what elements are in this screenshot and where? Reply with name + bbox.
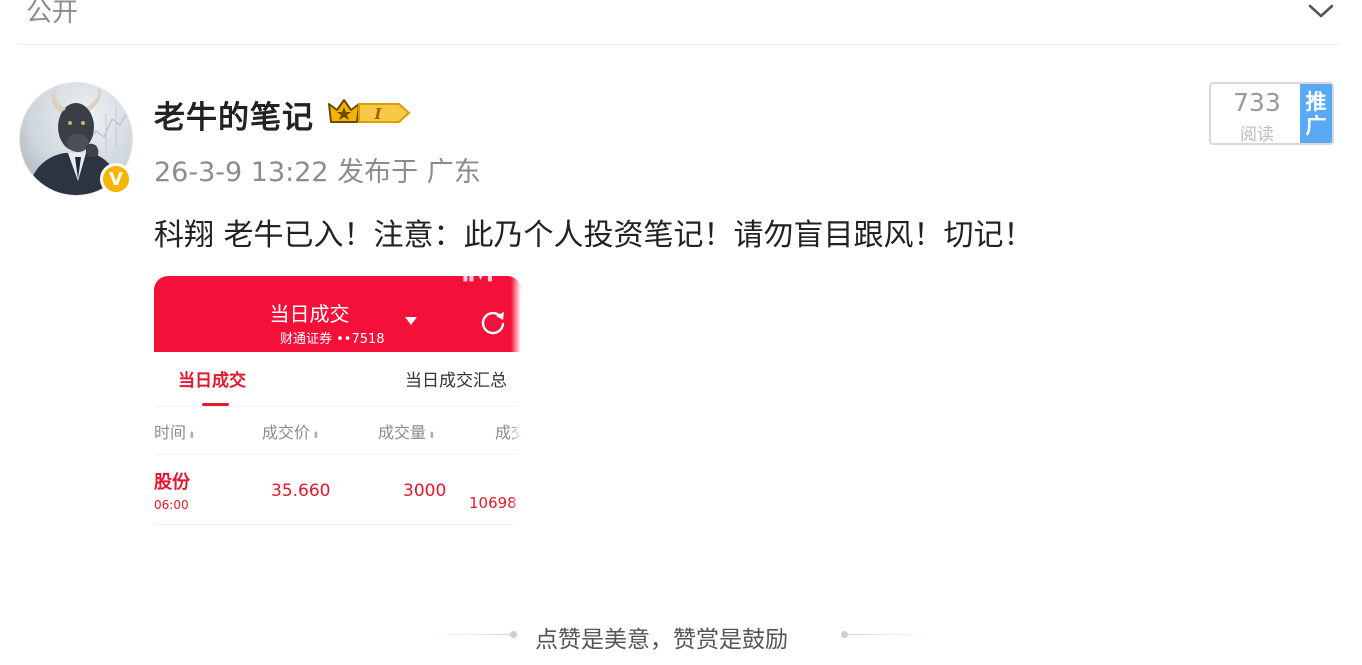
trade-price: 35.660 <box>271 481 331 501</box>
image-edge-fade <box>511 276 521 526</box>
col-header-volume: 成交量 ⬍ <box>378 423 436 442</box>
divider <box>154 406 521 407</box>
tab-daily-summary: 当日成交汇总 <box>405 371 507 391</box>
col-header-price: 成交价 ⬍ <box>262 423 320 442</box>
post-meta: 26-3-9 13:22 发布于 广东 <box>154 157 481 188</box>
divider <box>154 524 521 525</box>
chevron-down-icon[interactable] <box>1306 0 1336 26</box>
crown-level-icon[interactable]: I <box>327 96 411 130</box>
status-bar-icons: ▮▮ ▾ ▮ <box>462 276 493 283</box>
stock-name: 股份 <box>154 472 190 493</box>
footer-divider-right <box>848 634 930 635</box>
read-count-label: 阅读 <box>1240 125 1274 145</box>
col-header-time: 时间 ⬍ <box>154 423 196 442</box>
trade-amount: 10698 <box>469 494 517 512</box>
trade-volume: 3000 <box>403 481 447 501</box>
trade-time: 06:00 <box>154 498 189 512</box>
promote-label-2: 广 <box>1305 113 1327 138</box>
footer-dot-right <box>841 631 848 638</box>
account-label: 财通证券 ••7518 <box>280 332 385 347</box>
visibility-label: 公开 <box>26 0 79 28</box>
member-level: I <box>373 105 382 123</box>
post-image[interactable]: ▮▮ ▾ ▮ 当日成交 财通证券 ••7518 当日成交 当日成交汇总 时间 ⬍ … <box>154 276 521 526</box>
footer-dot-left <box>510 631 517 638</box>
read-count-box[interactable]: 733 阅读 推 广 <box>1209 82 1334 145</box>
visibility-bar[interactable]: 公开 <box>18 0 1340 45</box>
tab-daily-trades: 当日成交 <box>178 371 246 391</box>
author-name[interactable]: 老牛的笔记 <box>154 92 314 137</box>
post-text: 科翔 老牛已入！注意：此乃个人投资笔记！请勿盲目跟风！切记！ <box>154 218 1034 253</box>
verified-badge: V <box>100 163 132 195</box>
read-count: 733 <box>1233 88 1281 117</box>
caret-down-icon <box>405 317 417 325</box>
refresh-icon <box>481 311 505 335</box>
promote-label-1: 推 <box>1305 89 1327 114</box>
divider <box>154 454 521 455</box>
promote-button[interactable]: 推 广 <box>1300 84 1332 143</box>
app-title: 当日成交 <box>269 302 350 326</box>
reward-encourage-text: 点赞是美意，赞赏是鼓励 <box>535 627 788 653</box>
footer-divider-left <box>430 634 512 635</box>
